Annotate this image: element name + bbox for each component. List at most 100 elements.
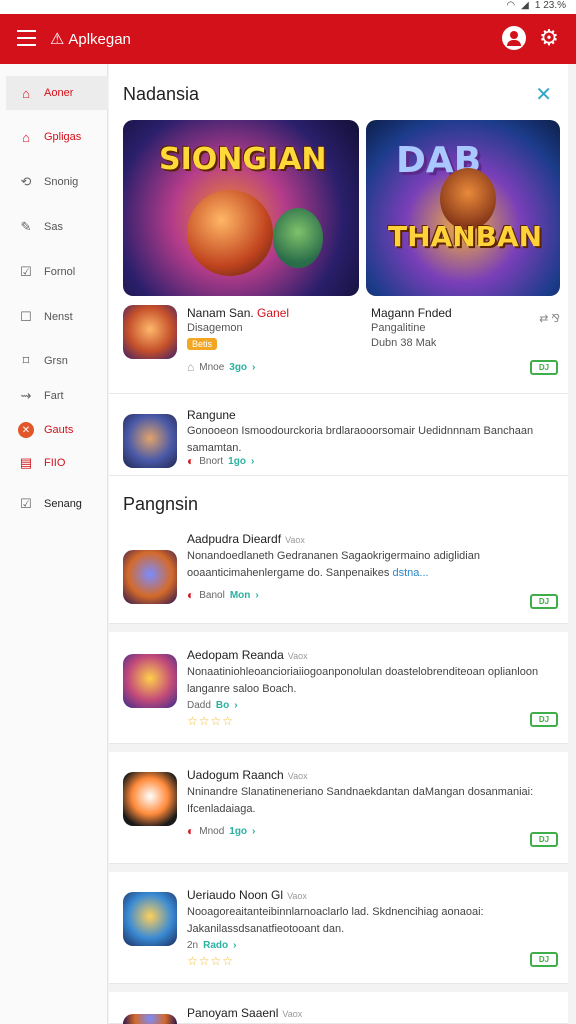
refresh-icon: ⟲ (20, 174, 32, 189)
app-tag: Vaox (285, 535, 305, 545)
chevron-right-icon[interactable]: › (233, 940, 236, 951)
box-icon: ☐ (20, 309, 32, 324)
app-icon[interactable] (123, 654, 177, 708)
checkbox-icon: ☑ (20, 264, 32, 279)
rating-stars: ☆☆☆☆ (187, 954, 235, 968)
meta-count: 1go (229, 825, 248, 837)
tag-icon: ◐ (187, 588, 195, 602)
app-description: Nonaatiniohleoancioriaiiogoanponolulan d… (187, 666, 539, 695)
app-title-text: Aedopam Reanda (187, 648, 284, 662)
download-button[interactable]: DJ (530, 952, 558, 967)
calendar-icon: ▤ (19, 455, 33, 470)
sidebar-item-label: Nenst (44, 311, 73, 323)
list-item[interactable]: Ueriaudo Noon Gl Vaox Nooagoreaitanteibin… (109, 872, 568, 984)
app-icon[interactable] (123, 550, 177, 604)
section-heading: Pangnsin (123, 494, 199, 514)
app-description: Gonooeon Ismoodourckoria brdlaraooorsoma… (187, 425, 534, 454)
app-meta: ◐ Banol Mon › (187, 588, 259, 602)
featured-row-card[interactable]: Rangune Gonooeon Ismoodourckoria brdlara… (109, 394, 568, 476)
menu-icon[interactable] (17, 30, 36, 46)
meta-label: Dadd (187, 700, 211, 711)
tag-icon: ◐ (187, 454, 195, 468)
sidebar-item-snonig[interactable]: ⟲ Snonig (6, 165, 108, 199)
list-item[interactable]: Aedopam Reanda Vaox Nonaatiniohleoanciori… (109, 632, 568, 744)
sidebar-item-fart[interactable]: ⇝ Fart (6, 379, 108, 413)
meta-label: Bnort (199, 455, 224, 467)
app-meta: Dadd Bo › (187, 700, 238, 711)
featured-heading: Nadansia (123, 84, 200, 104)
main-content: Nadansia ✕ SIONGIAN DAB THANBAN Nanam Sa… (109, 64, 576, 1024)
app-title[interactable]: Aadpudra Dieardf Vaox (187, 532, 305, 546)
checkbox-icon: ☑ (20, 496, 32, 511)
section-card: Pangnsin Aadpudra Dieardf Vaox Nonandoedl… (109, 476, 568, 624)
home-icon: ⌂ (22, 85, 30, 101)
game-character (273, 208, 323, 268)
sidebar-item-gpligas[interactable]: ⌂ Gpligas (6, 120, 108, 154)
app-description: Nninandre Slanatineneriano Sandnaekdanta… (187, 786, 534, 815)
read-more-link[interactable]: dstna... (392, 567, 428, 579)
app-icon[interactable] (123, 414, 177, 468)
app-title-text: Aadpudra Dieardf (187, 532, 282, 546)
app-meta: ◐ Bnort 1go › (187, 454, 254, 468)
sidebar-item-senang[interactable]: ☑ Senang (6, 487, 108, 521)
app-icon[interactable] (123, 892, 177, 946)
app-tag: Vaox (282, 1009, 303, 1019)
app-title: Panoyam Saaenl Vaox (187, 1006, 302, 1020)
meta-count: 3go (229, 361, 248, 373)
sidebar-item-label: Fart (44, 390, 64, 402)
download-button[interactable]: DJ (530, 832, 558, 847)
game-character (187, 190, 273, 276)
app-title-text: Uadogum Raanch (187, 768, 284, 782)
brand-label: Aplkegan (68, 30, 131, 48)
app-meta: ◐ Mnod 1go › (187, 824, 255, 838)
download-button[interactable]: DJ (530, 712, 558, 727)
beta-badge: Betis (187, 338, 218, 350)
app-icon[interactable] (123, 305, 177, 359)
list-item[interactable]: Panoyam Saaenl Vaox (109, 992, 568, 1024)
chevron-right-icon[interactable]: › (255, 590, 258, 601)
app-title-text: Ueriaudo Noon Gl (187, 888, 284, 902)
close-icon[interactable]: ✕ (535, 82, 552, 107)
app-title[interactable]: Magann Fnded (371, 306, 452, 320)
app-tag: Vaox (287, 651, 308, 661)
sidebar-item-fornol[interactable]: ☑ Fornol (6, 255, 108, 289)
meta-label: Banol (199, 589, 225, 601)
edit-icon: ✎ (20, 219, 32, 234)
share-icon[interactable]: ⇄ ⅋ (539, 312, 560, 325)
chevron-right-icon[interactable]: › (252, 826, 255, 837)
signal-icon: ◢ (521, 0, 529, 11)
sidebar: ⌂ Aoner ⌂ Gpligas ⟲ Snonig ✎ Sas ☑ Fornol ☐ Ne… (0, 64, 108, 1024)
sidebar-item-grsn[interactable]: ⌑ Grsn (6, 344, 108, 378)
account-icon[interactable] (502, 26, 526, 50)
sidebar-item-gauts[interactable]: ✕ Gauts (6, 413, 108, 447)
featured-banner-1[interactable]: SIONGIAN (123, 120, 359, 296)
home-icon: ⌂ (22, 129, 30, 145)
chevron-right-icon[interactable]: › (234, 700, 237, 711)
meta-count: Bo (215, 700, 230, 711)
app-tag: Vaox (287, 771, 308, 781)
download-button[interactable]: DJ (530, 360, 558, 375)
brand[interactable]: ⚠ Aplkegan (50, 29, 131, 49)
meta-label: Mnoe (199, 361, 225, 373)
status-time: 1 23.% (534, 0, 566, 11)
sidebar-item-nenst[interactable]: ☐ Nenst (6, 300, 108, 334)
settings-gear-icon[interactable]: ⚙ (537, 26, 561, 50)
sidebar-item-sas[interactable]: ✎ Sas (6, 210, 108, 244)
sidebar-item-aoner[interactable]: ⌂ Aoner (6, 76, 108, 110)
meta-count: Mon (229, 589, 251, 601)
chevron-right-icon[interactable]: › (251, 456, 254, 467)
download-button[interactable]: DJ (530, 594, 558, 609)
chevron-right-icon[interactable]: › (252, 362, 255, 373)
arrow-icon: ⇝ (20, 388, 32, 403)
sidebar-item-label: Gauts (44, 424, 74, 436)
app-icon[interactable] (123, 1014, 177, 1024)
app-description: Nooagoreaitanteibinnlarnoaclarlo lad. Sk… (187, 906, 484, 935)
app-icon[interactable] (123, 772, 177, 826)
banner-title: SIONGIAN (159, 142, 327, 177)
sidebar-item-fiio[interactable]: ▤ FIIO (6, 446, 108, 480)
app-description-text: Nonandoedlaneth Gedrananen Sagaokrigerma… (187, 550, 480, 579)
sidebar-item-label: Gpligas (44, 131, 82, 143)
list-item[interactable]: Uadogum Raanch Vaox Nninandre Slanatinene… (109, 752, 568, 864)
app-title[interactable]: Nanam San. Ganel (187, 306, 289, 320)
featured-banner-2[interactable]: DAB THANBAN (366, 120, 560, 296)
